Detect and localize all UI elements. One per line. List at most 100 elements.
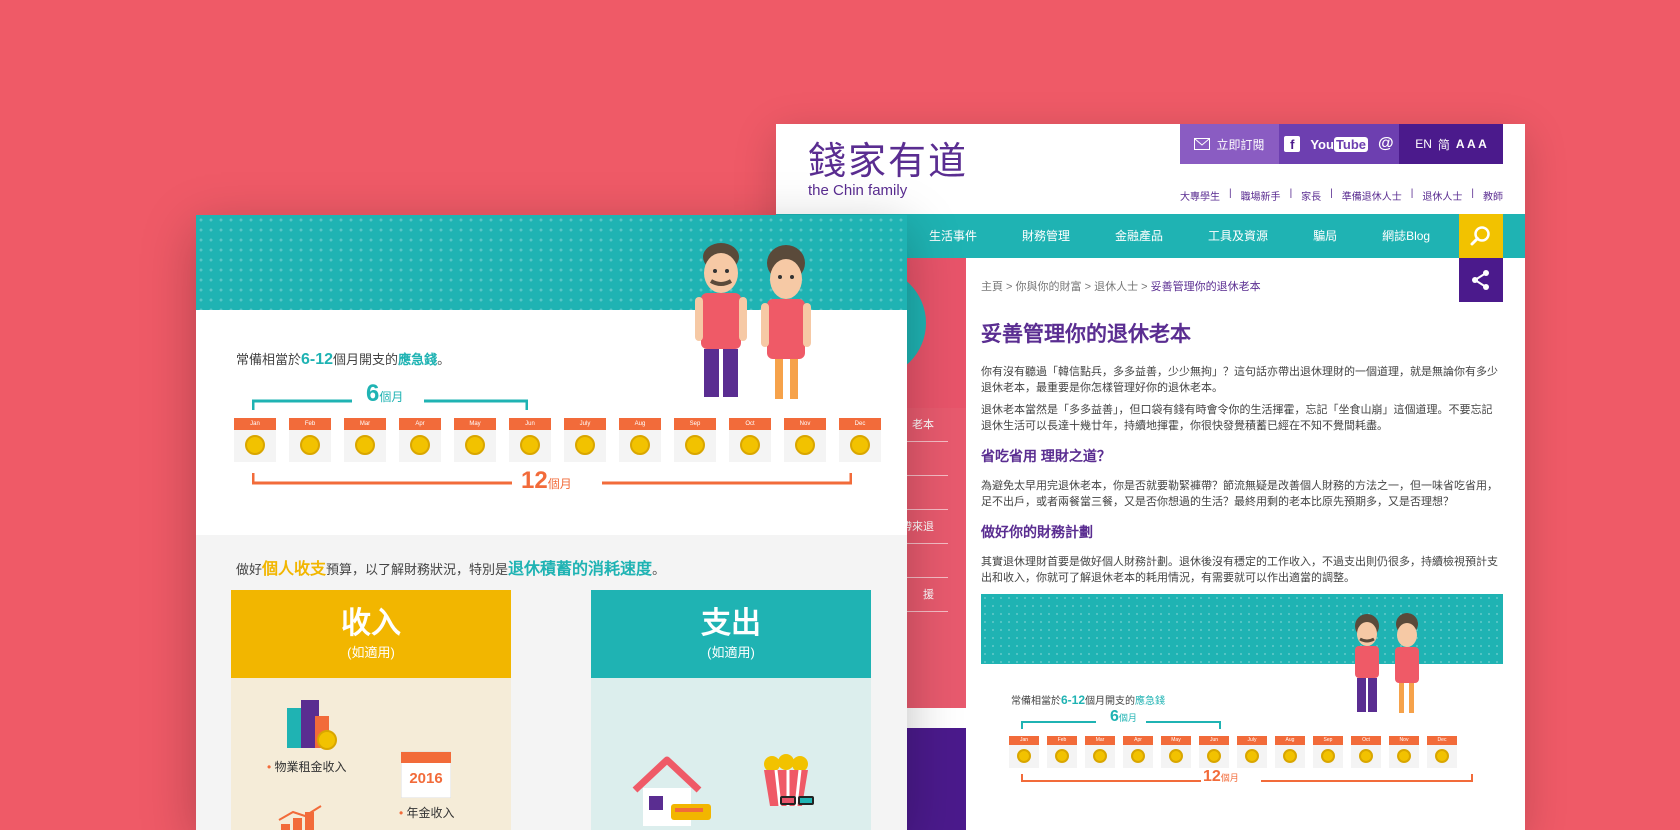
nav-scams[interactable]: 騙局 bbox=[1313, 214, 1337, 258]
month-label: Jan bbox=[234, 418, 276, 430]
month-label: Feb bbox=[289, 418, 331, 430]
expense-body bbox=[591, 678, 871, 830]
month-label: Apr bbox=[1123, 736, 1153, 745]
month-calendar: Apr bbox=[1123, 736, 1153, 768]
article-paragraph: 退休老本當然是「多多益善」，但口袋有錢有時會令你的生活揮霍，忘記「坐食山崩」這個… bbox=[981, 404, 1493, 432]
lead-tail: 。 bbox=[437, 352, 451, 367]
month-label: Sep bbox=[674, 418, 716, 430]
breadcrumb-wealth[interactable]: 你與你的財富 bbox=[1016, 281, 1082, 293]
budget-tail: 。 bbox=[652, 562, 666, 577]
logo-en: the Chin family bbox=[808, 182, 908, 199]
month-label: Mar bbox=[344, 418, 386, 430]
subscribe-label: 立即訂閱 bbox=[1216, 137, 1265, 152]
breadcrumb-home[interactable]: 主頁 bbox=[981, 281, 1003, 293]
month-calendar: Nov bbox=[1389, 736, 1419, 768]
coin-icon bbox=[410, 435, 430, 455]
nav-financial-products[interactable]: 金融產品 bbox=[1115, 214, 1163, 258]
month-label: Apr bbox=[399, 418, 441, 430]
breadcrumb-retirees[interactable]: 退休人士 bbox=[1094, 281, 1138, 293]
month-calendar: Feb bbox=[289, 418, 331, 462]
audience-retirees[interactable]: 退休人士 bbox=[1422, 188, 1462, 203]
month-calendar: Aug bbox=[619, 418, 661, 462]
coin-icon bbox=[1283, 749, 1297, 763]
lead-pre: 常備相當於 bbox=[236, 352, 302, 367]
expense-title: 支出 bbox=[701, 607, 761, 640]
month-calendar: July bbox=[564, 418, 606, 462]
expense-header: 支出 (如適用) bbox=[591, 590, 871, 678]
month-label: Feb bbox=[1047, 736, 1077, 745]
income-body: • 物業租金收入 2016 • 年金收入 bbox=[231, 678, 511, 830]
mini-lead-pre: 常備相當於 bbox=[1011, 696, 1061, 707]
coin-icon bbox=[465, 435, 485, 455]
income-title: 收入 bbox=[341, 607, 401, 640]
coin-icon bbox=[685, 435, 705, 455]
house-icon bbox=[632, 756, 711, 826]
article-paragraph: 你有沒有聽過「韓信點兵，多多益善，少少無拘」？這句話亦帶出退休理財的一個道理，就… bbox=[981, 366, 1498, 394]
month-calendar: Aug bbox=[1275, 736, 1305, 768]
audience-pre-retirees[interactable]: 準備退休人士 bbox=[1342, 188, 1402, 203]
logo[interactable]: 錢家有道 the Chin family bbox=[808, 138, 968, 199]
email-icon[interactable]: @ bbox=[1378, 135, 1394, 153]
month-label: Jun bbox=[1199, 736, 1229, 745]
month-label: Nov bbox=[784, 418, 826, 430]
youtube-tube: Tube bbox=[1333, 136, 1369, 152]
month-label: May bbox=[1161, 736, 1191, 745]
mini-infographic: 常備相當於6-12個月開支的應急錢 6個月 Jan Feb Mar Apr May Jun… bbox=[981, 594, 1503, 824]
audience-teachers[interactable]: 教師 bbox=[1483, 188, 1503, 203]
lead-end: 應急錢 bbox=[398, 352, 438, 367]
lang-en-link[interactable]: EN bbox=[1415, 137, 1432, 151]
language-bar: EN 简 A A A bbox=[1399, 124, 1503, 164]
nav-money-management[interactable]: 財務管理 bbox=[1022, 214, 1070, 258]
month-label: Jan bbox=[1009, 736, 1039, 745]
month-label: July bbox=[1237, 736, 1267, 745]
income-item-label: 年金收入 bbox=[406, 806, 455, 820]
facebook-icon[interactable]: f bbox=[1284, 136, 1301, 152]
coin-icon bbox=[1093, 749, 1107, 763]
coin-icon bbox=[575, 435, 595, 455]
budget-pre: 做好 bbox=[236, 562, 263, 577]
six-number: 6 bbox=[366, 380, 380, 407]
month-calendar: Jan bbox=[1009, 736, 1039, 768]
month-calendar: July bbox=[1237, 736, 1267, 768]
audience-new-workers[interactable]: 職場新手 bbox=[1241, 188, 1281, 203]
mini-lead-end: 應急錢 bbox=[1135, 696, 1166, 707]
coin-icon bbox=[1207, 749, 1221, 763]
font-size-controls[interactable]: A A A bbox=[1456, 137, 1487, 151]
breadcrumb: 主頁 > 你與你的財富 > 退休人士 > 妥善管理你的退休老本 bbox=[981, 281, 1261, 293]
twelve-unit: 個月 bbox=[547, 477, 572, 491]
audience-parents[interactable]: 家長 bbox=[1301, 188, 1321, 203]
nav-life-events[interactable]: 生活事件 bbox=[929, 214, 977, 258]
mini-twelve-label: 12個月 bbox=[1203, 768, 1239, 786]
youtube-icon[interactable]: You Tube bbox=[1310, 136, 1369, 152]
month-calendar: Oct bbox=[729, 418, 771, 462]
coin-icon bbox=[1397, 749, 1411, 763]
month-calendar: Apr bbox=[399, 418, 441, 462]
lang-sc-link[interactable]: 简 bbox=[1438, 136, 1450, 153]
audience-students[interactable]: 大專學生 bbox=[1180, 188, 1220, 203]
nav-blog[interactable]: 網誌Blog bbox=[1382, 214, 1430, 258]
month-calendar: Oct bbox=[1351, 736, 1381, 768]
month-label: Dec bbox=[839, 418, 881, 430]
growth-chart-icon bbox=[278, 805, 322, 830]
six-unit: 個月 bbox=[379, 390, 404, 404]
search-button[interactable] bbox=[1459, 214, 1503, 258]
mini-twelve-bracket bbox=[1021, 774, 1473, 782]
income-subtitle: (如適用) bbox=[347, 645, 395, 660]
month-calendar: Feb bbox=[1047, 736, 1077, 768]
mini-six-label: 6個月 bbox=[1110, 708, 1137, 726]
lead-highlight: 6-12 bbox=[301, 351, 334, 368]
budget-highlight: 個人收支 bbox=[262, 561, 327, 578]
subscribe-button[interactable]: 立即訂閱 bbox=[1180, 124, 1279, 164]
month-label: Aug bbox=[1275, 736, 1305, 745]
month-calendar: Mar bbox=[344, 418, 386, 462]
coin-icon bbox=[1169, 749, 1183, 763]
coin-icon bbox=[850, 435, 870, 455]
mini-twelve-number: 12 bbox=[1203, 768, 1221, 785]
month-label: Oct bbox=[1351, 736, 1381, 745]
breadcrumb-current: 妥善管理你的退休老本 bbox=[1150, 281, 1261, 293]
six-month-label: 6個月 bbox=[366, 380, 403, 408]
mini-lead-highlight: 6-12 bbox=[1061, 693, 1086, 707]
nav-tools[interactable]: 工具及資源 bbox=[1208, 214, 1268, 258]
emergency-fund-text: 常備相當於6-12個月開支的應急錢。 bbox=[236, 349, 450, 369]
coin-icon bbox=[245, 435, 265, 455]
